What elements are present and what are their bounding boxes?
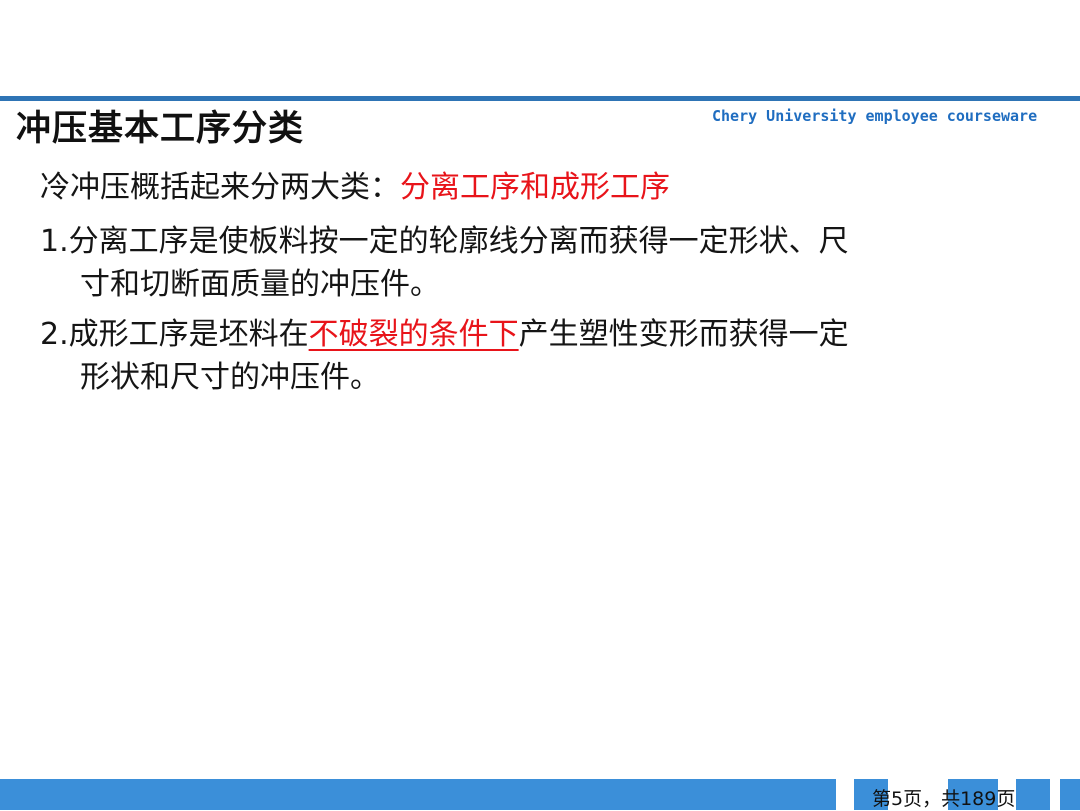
intro-line: 冷冲压概括起来分两大类：分离工序和成形工序 <box>40 166 670 209</box>
item2-line2: 形状和尺寸的冲压件。 <box>80 360 380 395</box>
item2-highlight: 不破裂的条件下 <box>308 317 519 352</box>
intro-text: 冷冲压概括起来分两大类： <box>40 170 400 205</box>
item2-suffix: 产生塑性变形而获得一定 <box>518 317 849 352</box>
list-item-forming: 2.成形工序是坯料在不破裂的条件下产生塑性变形而获得一定 形状和尺寸的冲压件。 <box>40 313 849 399</box>
footer-square <box>1060 779 1080 810</box>
footer-square <box>1016 779 1050 810</box>
item2-prefix: 2.成形工序是坯料在 <box>40 317 309 352</box>
page-counter: 第5页，共189页 <box>872 788 1016 810</box>
list-item-separation: 1.分离工序是使板料按一定的轮廓线分离而获得一定形状、尺 寸和切断面质量的冲压件… <box>40 220 849 306</box>
intro-highlight: 分离工序和成形工序 <box>400 170 670 205</box>
item1-line1: 1.分离工序是使板料按一定的轮廓线分离而获得一定形状、尺 <box>40 224 849 259</box>
item1-line2: 寸和切断面质量的冲压件。 <box>80 267 440 302</box>
slide-title: 冲压基本工序分类 <box>16 109 305 149</box>
brand-caption: Chery University employee courseware <box>712 107 1038 125</box>
